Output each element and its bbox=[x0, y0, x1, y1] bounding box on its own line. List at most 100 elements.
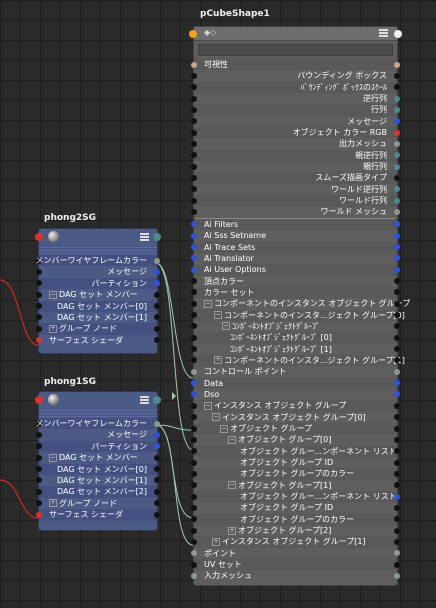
input-port[interactable] bbox=[191, 163, 197, 170]
attribute-row[interactable]: スムーズ描画タイプ bbox=[191, 172, 400, 184]
attribute-row[interactable]: + グループ ノード bbox=[36, 323, 160, 335]
output-port[interactable] bbox=[394, 197, 400, 204]
output-port[interactable] bbox=[394, 174, 400, 181]
phong1-output-port[interactable] bbox=[153, 396, 161, 404]
attribute-row[interactable]: ポイント bbox=[191, 548, 400, 559]
attribute-row[interactable]: オブジェクト グルー...ンポーネント リスト bbox=[191, 445, 400, 458]
output-port[interactable] bbox=[394, 572, 400, 579]
attribute-row[interactable]: メッセージ bbox=[191, 116, 400, 127]
input-port[interactable] bbox=[191, 266, 197, 273]
input-port[interactable] bbox=[191, 221, 197, 228]
output-port[interactable] bbox=[394, 208, 400, 215]
attribute-row[interactable]: − インスタンス オブジェクト グループ bbox=[191, 400, 400, 412]
attribute-row[interactable]: − オブジェクト グループ bbox=[191, 423, 400, 435]
input-port[interactable] bbox=[191, 95, 197, 102]
output-port[interactable] bbox=[154, 325, 160, 332]
attribute-row[interactable]: パーティション bbox=[36, 277, 160, 290]
collapse-toggle-icon[interactable]: − bbox=[228, 481, 236, 490]
input-port[interactable] bbox=[191, 152, 197, 159]
attribute-row[interactable]: Dso bbox=[191, 389, 400, 400]
attribute-row[interactable]: サーフェス シェーダ bbox=[36, 509, 160, 521]
input-port[interactable] bbox=[191, 255, 197, 262]
attribute-row[interactable]: メッセージ bbox=[36, 429, 160, 440]
attribute-row[interactable]: − コンポーネントのインスタ...ジェクト グループ[0] bbox=[191, 309, 405, 321]
input-port[interactable] bbox=[191, 232, 197, 239]
output-port[interactable] bbox=[394, 448, 400, 455]
attribute-row[interactable]: 可視性 bbox=[191, 59, 400, 71]
collapse-toggle-icon[interactable]: − bbox=[220, 424, 228, 433]
output-port[interactable] bbox=[394, 244, 400, 250]
input-port[interactable] bbox=[36, 303, 42, 310]
collapse-toggle-icon[interactable]: − bbox=[222, 322, 230, 331]
attribute-row[interactable]: + コンポーネントのインスタ...ジェクト グループ[1] bbox=[191, 354, 405, 367]
output-port[interactable] bbox=[154, 257, 160, 264]
collapse-toggle-icon[interactable]: − bbox=[49, 453, 57, 462]
attribute-row[interactable]: − オブジェクト グループ[1] bbox=[191, 480, 400, 491]
expand-toggle-icon[interactable]: + bbox=[212, 537, 220, 546]
input-port[interactable] bbox=[191, 278, 197, 285]
output-port[interactable] bbox=[154, 268, 160, 275]
attribute-row[interactable]: UV セット bbox=[191, 559, 400, 571]
attribute-row[interactable]: − DAG セット メンバー bbox=[36, 289, 160, 300]
output-port[interactable] bbox=[154, 454, 160, 461]
expand-toggle-icon[interactable]: + bbox=[49, 499, 57, 508]
input-port[interactable] bbox=[191, 561, 197, 568]
output-port[interactable] bbox=[394, 186, 400, 193]
input-port[interactable] bbox=[191, 300, 197, 307]
output-port[interactable] bbox=[394, 72, 400, 79]
input-port[interactable] bbox=[191, 448, 197, 455]
output-port[interactable] bbox=[394, 289, 400, 296]
input-port[interactable] bbox=[191, 72, 197, 79]
output-port[interactable] bbox=[394, 255, 400, 262]
attribute-row[interactable]: 頂点カラー bbox=[191, 276, 400, 287]
output-port[interactable] bbox=[154, 431, 160, 438]
output-port[interactable] bbox=[394, 118, 400, 125]
input-port[interactable] bbox=[36, 511, 42, 518]
expand-toggle-icon[interactable]: + bbox=[228, 526, 236, 535]
phong1-input-port[interactable] bbox=[35, 396, 43, 404]
input-port[interactable] bbox=[36, 466, 42, 473]
input-port[interactable] bbox=[191, 402, 197, 409]
output-port[interactable] bbox=[394, 61, 400, 68]
output-port[interactable] bbox=[394, 140, 400, 147]
output-port[interactable] bbox=[394, 334, 400, 341]
output-port[interactable] bbox=[394, 163, 400, 170]
phong2-node[interactable]: メンバーワイヤフレームカラー メッセージ パーティション − DAG セット メンバー D… bbox=[35, 228, 161, 354]
output-port[interactable] bbox=[394, 391, 400, 398]
output-port[interactable] bbox=[394, 482, 400, 489]
output-port[interactable] bbox=[394, 538, 400, 545]
output-port[interactable] bbox=[154, 303, 160, 310]
phong1-node[interactable]: メンバーワイヤフレームカラー メッセージ パーティション − DAG セット メンバー D… bbox=[35, 391, 161, 531]
output-port[interactable] bbox=[394, 459, 400, 466]
output-port[interactable] bbox=[394, 232, 400, 239]
output-port[interactable] bbox=[394, 368, 400, 375]
attribute-row[interactable]: − ｺﾝﾎﾟｰﾈﾝﾄｵﾌﾞｼﾞｪｸﾄｸﾞﾙｰﾌﾟ bbox=[191, 321, 400, 332]
attribute-row[interactable]: DAG セット メンバー[2] bbox=[36, 486, 160, 498]
input-port[interactable] bbox=[191, 334, 197, 341]
attribute-row[interactable]: DAG セット メンバー[0] bbox=[36, 463, 160, 475]
output-port[interactable] bbox=[154, 511, 160, 518]
output-port[interactable] bbox=[394, 323, 400, 330]
input-port[interactable] bbox=[36, 280, 42, 287]
pcube-output-port[interactable] bbox=[394, 30, 402, 38]
attribute-row[interactable]: ｺﾝﾎﾟｰﾈﾝﾄｵﾌﾞｼﾞｪｸﾄｸﾞﾙｰﾌﾟ [1] bbox=[191, 344, 400, 355]
phong2-header[interactable] bbox=[35, 229, 161, 245]
input-port[interactable] bbox=[191, 391, 197, 398]
input-port[interactable] bbox=[36, 325, 42, 332]
pcube-input-port[interactable] bbox=[189, 30, 197, 38]
output-port[interactable] bbox=[394, 152, 400, 159]
expand-toggle-icon[interactable]: + bbox=[214, 356, 222, 365]
attribute-row[interactable]: Ai Sss Setname bbox=[191, 230, 400, 241]
output-port[interactable] bbox=[154, 337, 160, 344]
attribute-row[interactable]: − コンポーネントのインスタンス オブジェクト グループ bbox=[191, 298, 410, 309]
attribute-row[interactable]: メンバーワイヤフレームカラー bbox=[35, 418, 160, 430]
input-port[interactable] bbox=[191, 550, 197, 557]
output-port[interactable] bbox=[394, 380, 400, 387]
phong2-output-port[interactable] bbox=[153, 233, 161, 241]
output-port[interactable] bbox=[394, 504, 400, 511]
attribute-row[interactable]: − インスタンス オブジェクト グループ[0] bbox=[191, 412, 400, 423]
input-port[interactable] bbox=[191, 244, 197, 250]
output-port[interactable] bbox=[394, 550, 400, 557]
attribute-row[interactable]: − オブジェクト グループ[0] bbox=[191, 434, 400, 445]
output-port[interactable] bbox=[154, 443, 160, 450]
